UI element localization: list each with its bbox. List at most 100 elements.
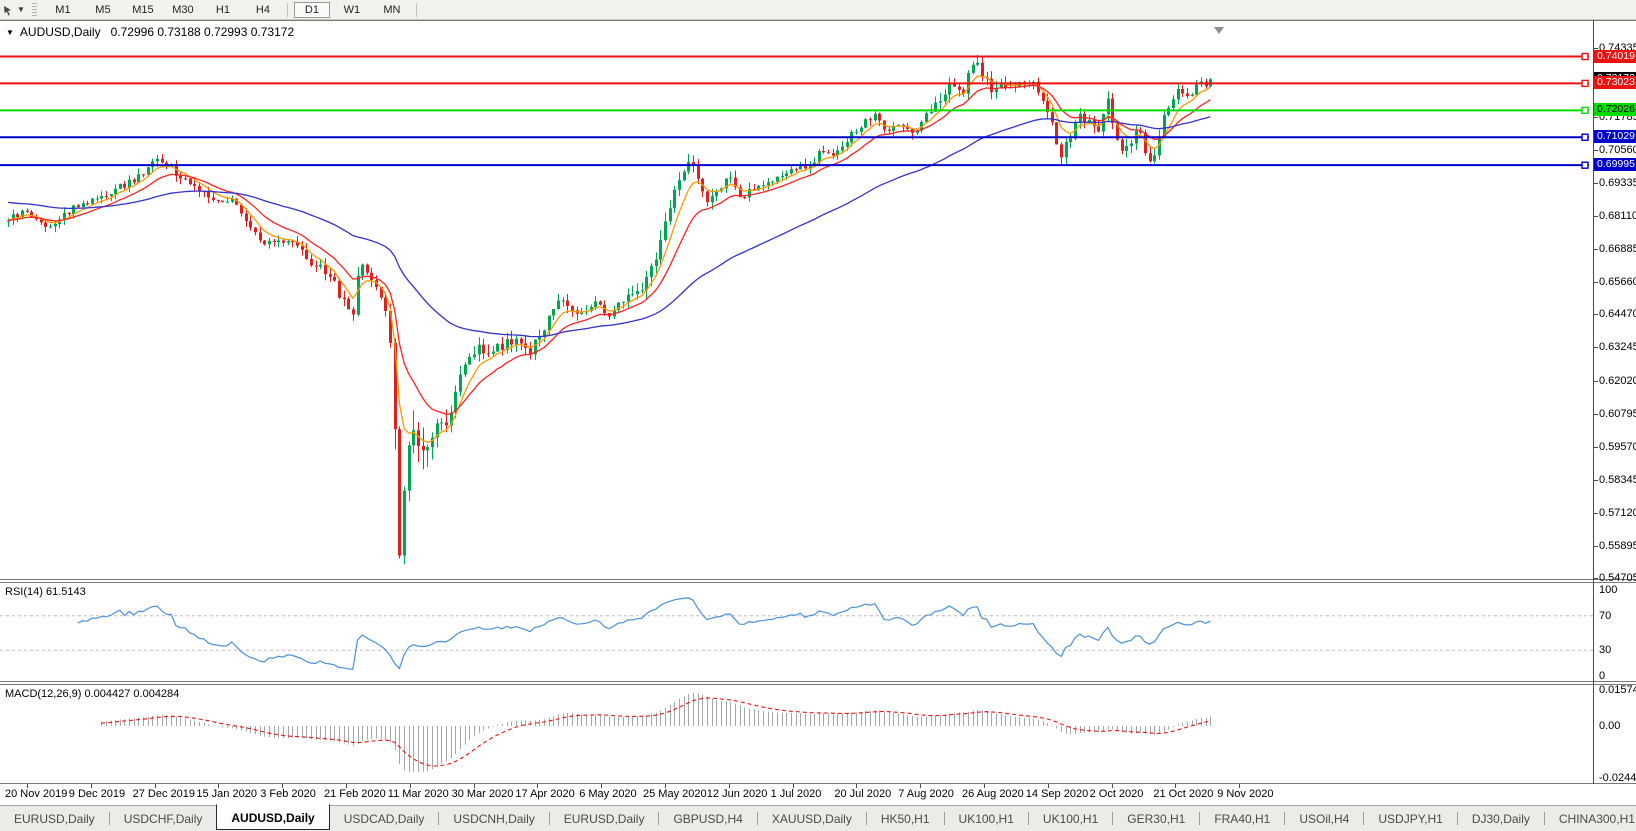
- price-axis-tick: 0.57120: [1599, 507, 1636, 519]
- symbol-tab-usdchf-daily[interactable]: USDCHF,Daily: [110, 808, 217, 830]
- symbol-tab-usdjpy-h1[interactable]: USDJPY,H1: [1364, 808, 1456, 830]
- date-axis-label: 27 Dec 2019: [133, 788, 195, 800]
- date-axis-label: 11 Mar 2020: [388, 788, 449, 800]
- price-axis-tick: 0.54705: [1599, 572, 1636, 584]
- date-axis-label: 3 Feb 2020: [260, 788, 316, 800]
- date-axis-tickmark: [665, 784, 666, 788]
- symbol-tab-usoil-h4[interactable]: USOil,H4: [1285, 808, 1363, 830]
- symbol-tab-fra40-h1[interactable]: FRA40,H1: [1200, 808, 1284, 830]
- symbol-tab-hk50-h1[interactable]: HK50,H1: [867, 808, 944, 830]
- symbol-tab-uk100-h1[interactable]: UK100,H1: [945, 808, 1028, 830]
- symbol-tab-dj30-daily[interactable]: DJ30,Daily: [1458, 808, 1544, 830]
- date-axis-tickmark: [1239, 784, 1240, 788]
- price-axis-tickmark: [1593, 150, 1598, 151]
- macd-axis-tick: 0.00: [1599, 720, 1620, 732]
- date-axis-tickmark: [1048, 784, 1049, 788]
- price-axis-tickmark: [1593, 183, 1598, 184]
- level-price-tag[interactable]: 0.69995: [1594, 158, 1636, 171]
- price-axis-tickmark: [1593, 249, 1598, 250]
- medium-ma-line: [8, 85, 1210, 414]
- date-axis-label: 7 Aug 2020: [898, 788, 954, 800]
- date-axis-label: 30 Mar 2020: [452, 788, 514, 800]
- date-axis-tickmark: [27, 784, 28, 788]
- price-axis-tick: 0.63245: [1599, 341, 1636, 353]
- date-axis-tickmark: [984, 784, 985, 788]
- price-axis-tick: 0.55895: [1599, 540, 1636, 552]
- date-axis-tickmark: [346, 784, 347, 788]
- date-axis-tickmark: [856, 784, 857, 788]
- price-axis-tick: 0.64470: [1599, 308, 1636, 320]
- rsi-axis-tick: 30: [1599, 644, 1611, 656]
- macd-axis-tick: -0.024412: [1599, 772, 1636, 784]
- symbol-tab-gbpusd-h4[interactable]: GBPUSD,H4: [659, 808, 756, 830]
- chart-symbol-label: AUDUSD,Daily: [20, 25, 101, 39]
- date-axis-tickmark: [410, 784, 411, 788]
- symbol-tab-ger30-h1[interactable]: GER30,H1: [1113, 808, 1199, 830]
- price-axis-tick: 0.66885: [1599, 243, 1636, 255]
- level-price-tag[interactable]: 0.73023: [1594, 76, 1636, 89]
- chart-title: ▼ AUDUSD,Daily 0.72996 0.73188 0.72993 0…: [6, 25, 294, 39]
- chart-menu-icon[interactable]: ▼: [6, 28, 14, 37]
- date-axis-tickmark: [793, 784, 794, 788]
- price-axis-tick: 0.58345: [1599, 474, 1636, 486]
- date-axis-tickmark: [1112, 784, 1113, 788]
- price-axis-tickmark: [1593, 347, 1598, 348]
- price-axis-tickmark: [1593, 447, 1598, 448]
- date-axis-label: 26 Aug 2020: [962, 788, 1024, 800]
- price-axis-tickmark: [1593, 480, 1598, 481]
- date-axis-tickmark: [474, 784, 475, 788]
- date-axis-tickmark: [920, 784, 921, 788]
- date-axis-tickmark: [218, 784, 219, 788]
- slow-ma-line: [8, 117, 1210, 337]
- macd-label: MACD(12,26,9) 0.004427 0.004284: [5, 688, 179, 700]
- chart-ohlc-values: 0.72996 0.73188 0.72993 0.73172: [111, 25, 295, 39]
- symbol-tab-usdcad-daily[interactable]: USDCAD,Daily: [330, 808, 439, 830]
- chart-canvas[interactable]: [0, 0, 1636, 830]
- date-axis-label: 1 Jul 2020: [771, 788, 822, 800]
- date-axis-tickmark: [282, 784, 283, 788]
- date-axis-tickmark: [729, 784, 730, 788]
- symbol-tab-bar: EURUSD,DailyUSDCHF,DailyAUDUSD,DailyUSDC…: [0, 805, 1636, 831]
- symbol-tab-audusd-daily[interactable]: AUDUSD,Daily: [216, 804, 329, 830]
- rsi-axis-tick: 100: [1599, 584, 1617, 596]
- price-axis-tickmark: [1593, 414, 1598, 415]
- rsi-axis-tick: 70: [1599, 610, 1611, 622]
- level-price-tag[interactable]: 0.74019: [1594, 50, 1636, 63]
- macd-signal-line: [101, 698, 1210, 766]
- date-axis-tickmark: [91, 784, 92, 788]
- symbol-tab-eurusd-daily[interactable]: EURUSD,Daily: [550, 808, 659, 830]
- price-axis-tickmark: [1593, 381, 1598, 382]
- price-axis-tickmark: [1593, 513, 1598, 514]
- symbol-tab-china300-h1[interactable]: CHINA300,H1: [1545, 808, 1636, 830]
- level-price-tag[interactable]: 0.72026: [1594, 103, 1636, 116]
- date-axis-label: 14 Sep 2020: [1026, 788, 1088, 800]
- date-axis-label: 2 Oct 2020: [1090, 788, 1144, 800]
- price-axis-tick: 0.70560: [1599, 144, 1636, 156]
- symbol-tab-eurusd-daily[interactable]: EURUSD,Daily: [0, 808, 109, 830]
- date-axis-label: 15 Jan 2020: [196, 788, 257, 800]
- rsi-line: [78, 598, 1210, 670]
- symbol-tab-uk100-h1[interactable]: UK100,H1: [1029, 808, 1112, 830]
- price-axis-tick: 0.62020: [1599, 375, 1636, 387]
- price-axis-tickmark: [1593, 282, 1598, 283]
- date-axis-label: 20 Jul 2020: [834, 788, 891, 800]
- symbol-tabs: EURUSD,DailyUSDCHF,DailyAUDUSD,DailyUSDC…: [0, 807, 1636, 830]
- level-price-tag[interactable]: 0.71029: [1594, 130, 1636, 143]
- price-axis-tick: 0.68110: [1599, 210, 1636, 222]
- price-axis-tickmark: [1593, 216, 1598, 217]
- price-axis-tick: 0.69335: [1599, 177, 1636, 189]
- date-axis-label: 17 Apr 2020: [515, 788, 574, 800]
- symbol-tab-xauusd-daily[interactable]: XAUUSD,Daily: [758, 808, 866, 830]
- date-axis-label: 9 Nov 2020: [1217, 788, 1273, 800]
- symbol-tab-usdcnh-daily[interactable]: USDCNH,Daily: [439, 808, 548, 830]
- date-axis-tickmark: [1175, 784, 1176, 788]
- price-axis-tickmark: [1593, 546, 1598, 547]
- date-axis-label: 12 Jun 2020: [707, 788, 768, 800]
- price-axis-tickmark: [1593, 117, 1598, 118]
- date-axis-label: 21 Oct 2020: [1153, 788, 1213, 800]
- price-axis-tickmark: [1593, 578, 1598, 579]
- fast-ma-line: [8, 76, 1210, 442]
- price-axis-tickmark: [1593, 314, 1598, 315]
- price-axis-tick: 0.60795: [1599, 408, 1636, 420]
- chart-shift-marker[interactable]: [1214, 27, 1224, 34]
